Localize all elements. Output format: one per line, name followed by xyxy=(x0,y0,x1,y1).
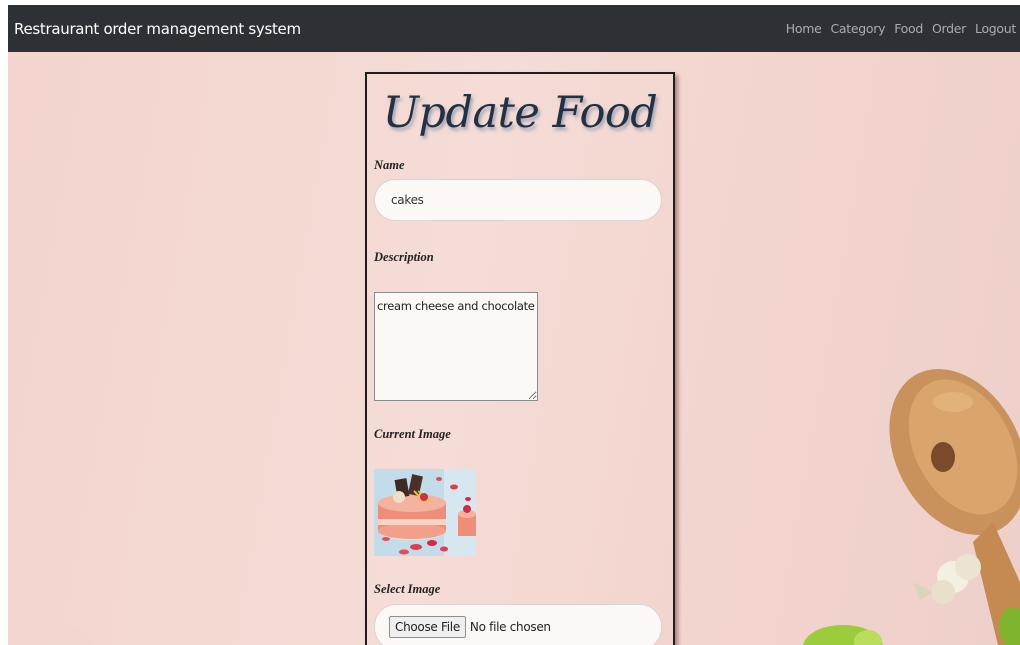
description-textarea[interactable]: cream cheese and chocolate xyxy=(374,292,538,401)
nav-link-order[interactable]: Order xyxy=(932,21,966,36)
top-navbar: Restraurant order management system Home… xyxy=(8,5,1020,52)
nav-link-category[interactable]: Category xyxy=(830,21,885,36)
name-input[interactable] xyxy=(374,179,662,221)
cauliflower-decoration xyxy=(913,554,981,604)
nav-link-home[interactable]: Home xyxy=(786,21,822,36)
file-status-text: No file chosen xyxy=(469,620,551,634)
name-label: Name xyxy=(374,158,405,172)
current-image-label: Current Image xyxy=(374,427,451,441)
green-vegetable-decoration xyxy=(803,625,883,645)
app-frame: Restraurant order management system Home… xyxy=(8,5,1020,645)
file-input-container: Choose File No file chosen xyxy=(374,604,662,645)
brand-title[interactable]: Restraurant order management system xyxy=(14,20,301,38)
update-food-card: Update Food Name Description cream chees… xyxy=(365,72,675,645)
current-food-image xyxy=(374,469,476,556)
nav-link-food[interactable]: Food xyxy=(894,21,923,36)
wooden-spoon-decoration xyxy=(889,369,1020,645)
nav-link-logout[interactable]: Logout xyxy=(975,21,1016,36)
description-label: Description xyxy=(374,250,434,264)
page-title: Update Food xyxy=(382,88,658,138)
select-image-label: Select Image xyxy=(374,582,441,596)
nav-links: Home Category Food Order Logout xyxy=(786,21,1017,36)
choose-file-button[interactable]: Choose File xyxy=(389,616,466,638)
